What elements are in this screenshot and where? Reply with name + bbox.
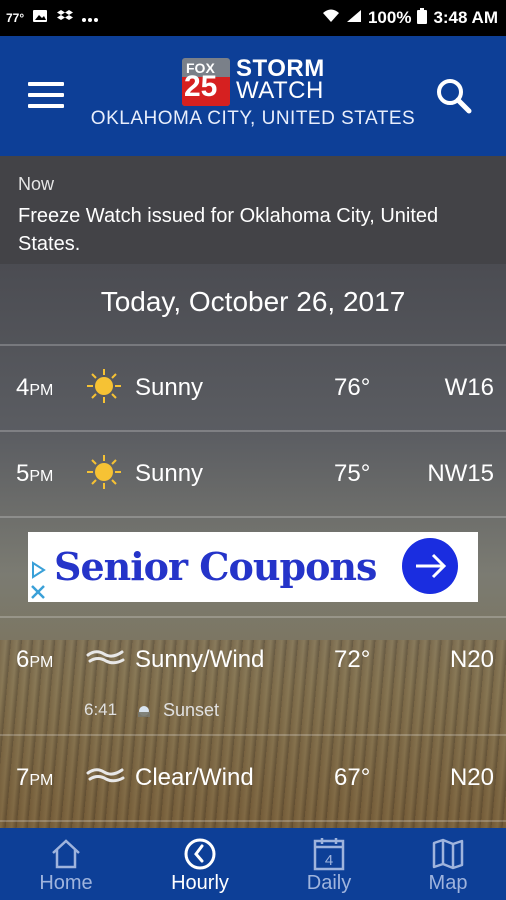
nav-daily[interactable]: 4 Daily [266,828,392,900]
logo-line2: WATCH [236,77,324,104]
nav-map[interactable]: Map [385,828,506,900]
row-temp: 75° [334,460,371,487]
row-condition: Sunny [135,460,204,487]
ad-text: Senior Coupons [54,544,377,589]
nav-label: Daily [306,872,352,894]
sunset-time: 6:41 [84,700,118,719]
logo-title: STORM WATCH [236,57,325,104]
row-time: 6PM [16,646,54,673]
location-label: OKLAHOMA CITY, UNITED STATES [90,108,416,129]
ad-banner[interactable]: Senior Coupons [28,532,478,602]
hourly-row[interactable]: 5PM Sunny 75° NW15 [0,432,506,516]
bottom-nav: Home Hourly 4 Daily Map [0,828,506,900]
wifi-icon [322,8,340,28]
nav-home[interactable]: Home [3,828,129,900]
row-time: 7PM [16,764,54,791]
more-icon [82,8,99,28]
home-icon [52,839,80,869]
hourly-row[interactable]: 6PM Sunny/Wind 72° N20 [0,618,506,702]
status-time: 3:48 AM [433,8,498,27]
wind-icon [86,758,125,794]
alert-text: Freeze Watch issued for Oklahoma City, U… [18,205,439,255]
menu-icon [28,82,64,86]
sunset-icon [137,703,151,717]
row-temp: 72° [334,646,371,673]
divider [0,820,506,822]
status-bar: 77° 100% 3:48 AM [0,0,506,36]
svg-text:4: 4 [325,852,333,869]
forecast-date: Today, October 26, 2017 [100,286,406,317]
row-wind: NW15 [427,460,494,487]
app-header: FOX 25 STORM WATCH OKLAHOMA CITY, UNITED… [0,36,506,156]
image-icon [32,8,48,28]
sunset-row: 6:41 Sunset [0,694,506,734]
logo-number: 25 [184,70,218,103]
status-temp: 77° [6,11,25,25]
fox25-logo: FOX 25 [182,58,230,106]
row-temp: 67° [334,764,371,791]
battery-icon [417,7,428,29]
ad-arrow-button[interactable] [402,538,458,594]
close-icon[interactable] [28,582,48,602]
calendar-icon: 4 [313,838,345,871]
menu-button[interactable] [26,80,66,110]
nav-label: Home [39,872,93,894]
clock-icon [184,838,216,870]
signal-icon [346,8,362,28]
row-wind: N20 [449,764,494,791]
nav-hourly[interactable]: Hourly [137,828,263,900]
row-temp: 76° [334,374,371,401]
row-time: 4PM [16,374,54,401]
map-icon [432,838,464,870]
wind-icon [86,640,125,676]
alert-time: Now [18,174,55,194]
arrow-right-icon [416,553,447,579]
weather-alert[interactable]: Now Freeze Watch issued for Oklahoma Cit… [0,156,506,264]
app-logo: FOX 25 STORM WATCH [182,57,332,110]
row-condition: Clear/Wind [135,764,254,791]
adchoices-icon[interactable] [28,560,48,580]
row-wind: W16 [444,374,494,401]
status-bar-left: 77° [6,0,99,36]
divider [0,516,506,518]
status-bar-right: 100% 3:48 AM [322,0,498,36]
sun-icon [86,368,122,404]
dropbox-icon [56,8,74,28]
row-wind: N20 [449,646,494,673]
hourly-row[interactable]: 7PM Clear/Wind 67° N20 [0,736,506,820]
battery-percent: 100% [367,8,412,27]
nav-label: Map [428,872,468,894]
row-condition: Sunny [135,374,204,401]
nav-label: Hourly [171,872,229,894]
hourly-row[interactable]: 4PM Sunny 76° W16 [0,346,506,430]
sun-icon [86,454,122,490]
row-condition: Sunny/Wind [135,646,265,673]
sunset-label: Sunset [163,700,220,720]
row-time: 5PM [16,460,54,487]
